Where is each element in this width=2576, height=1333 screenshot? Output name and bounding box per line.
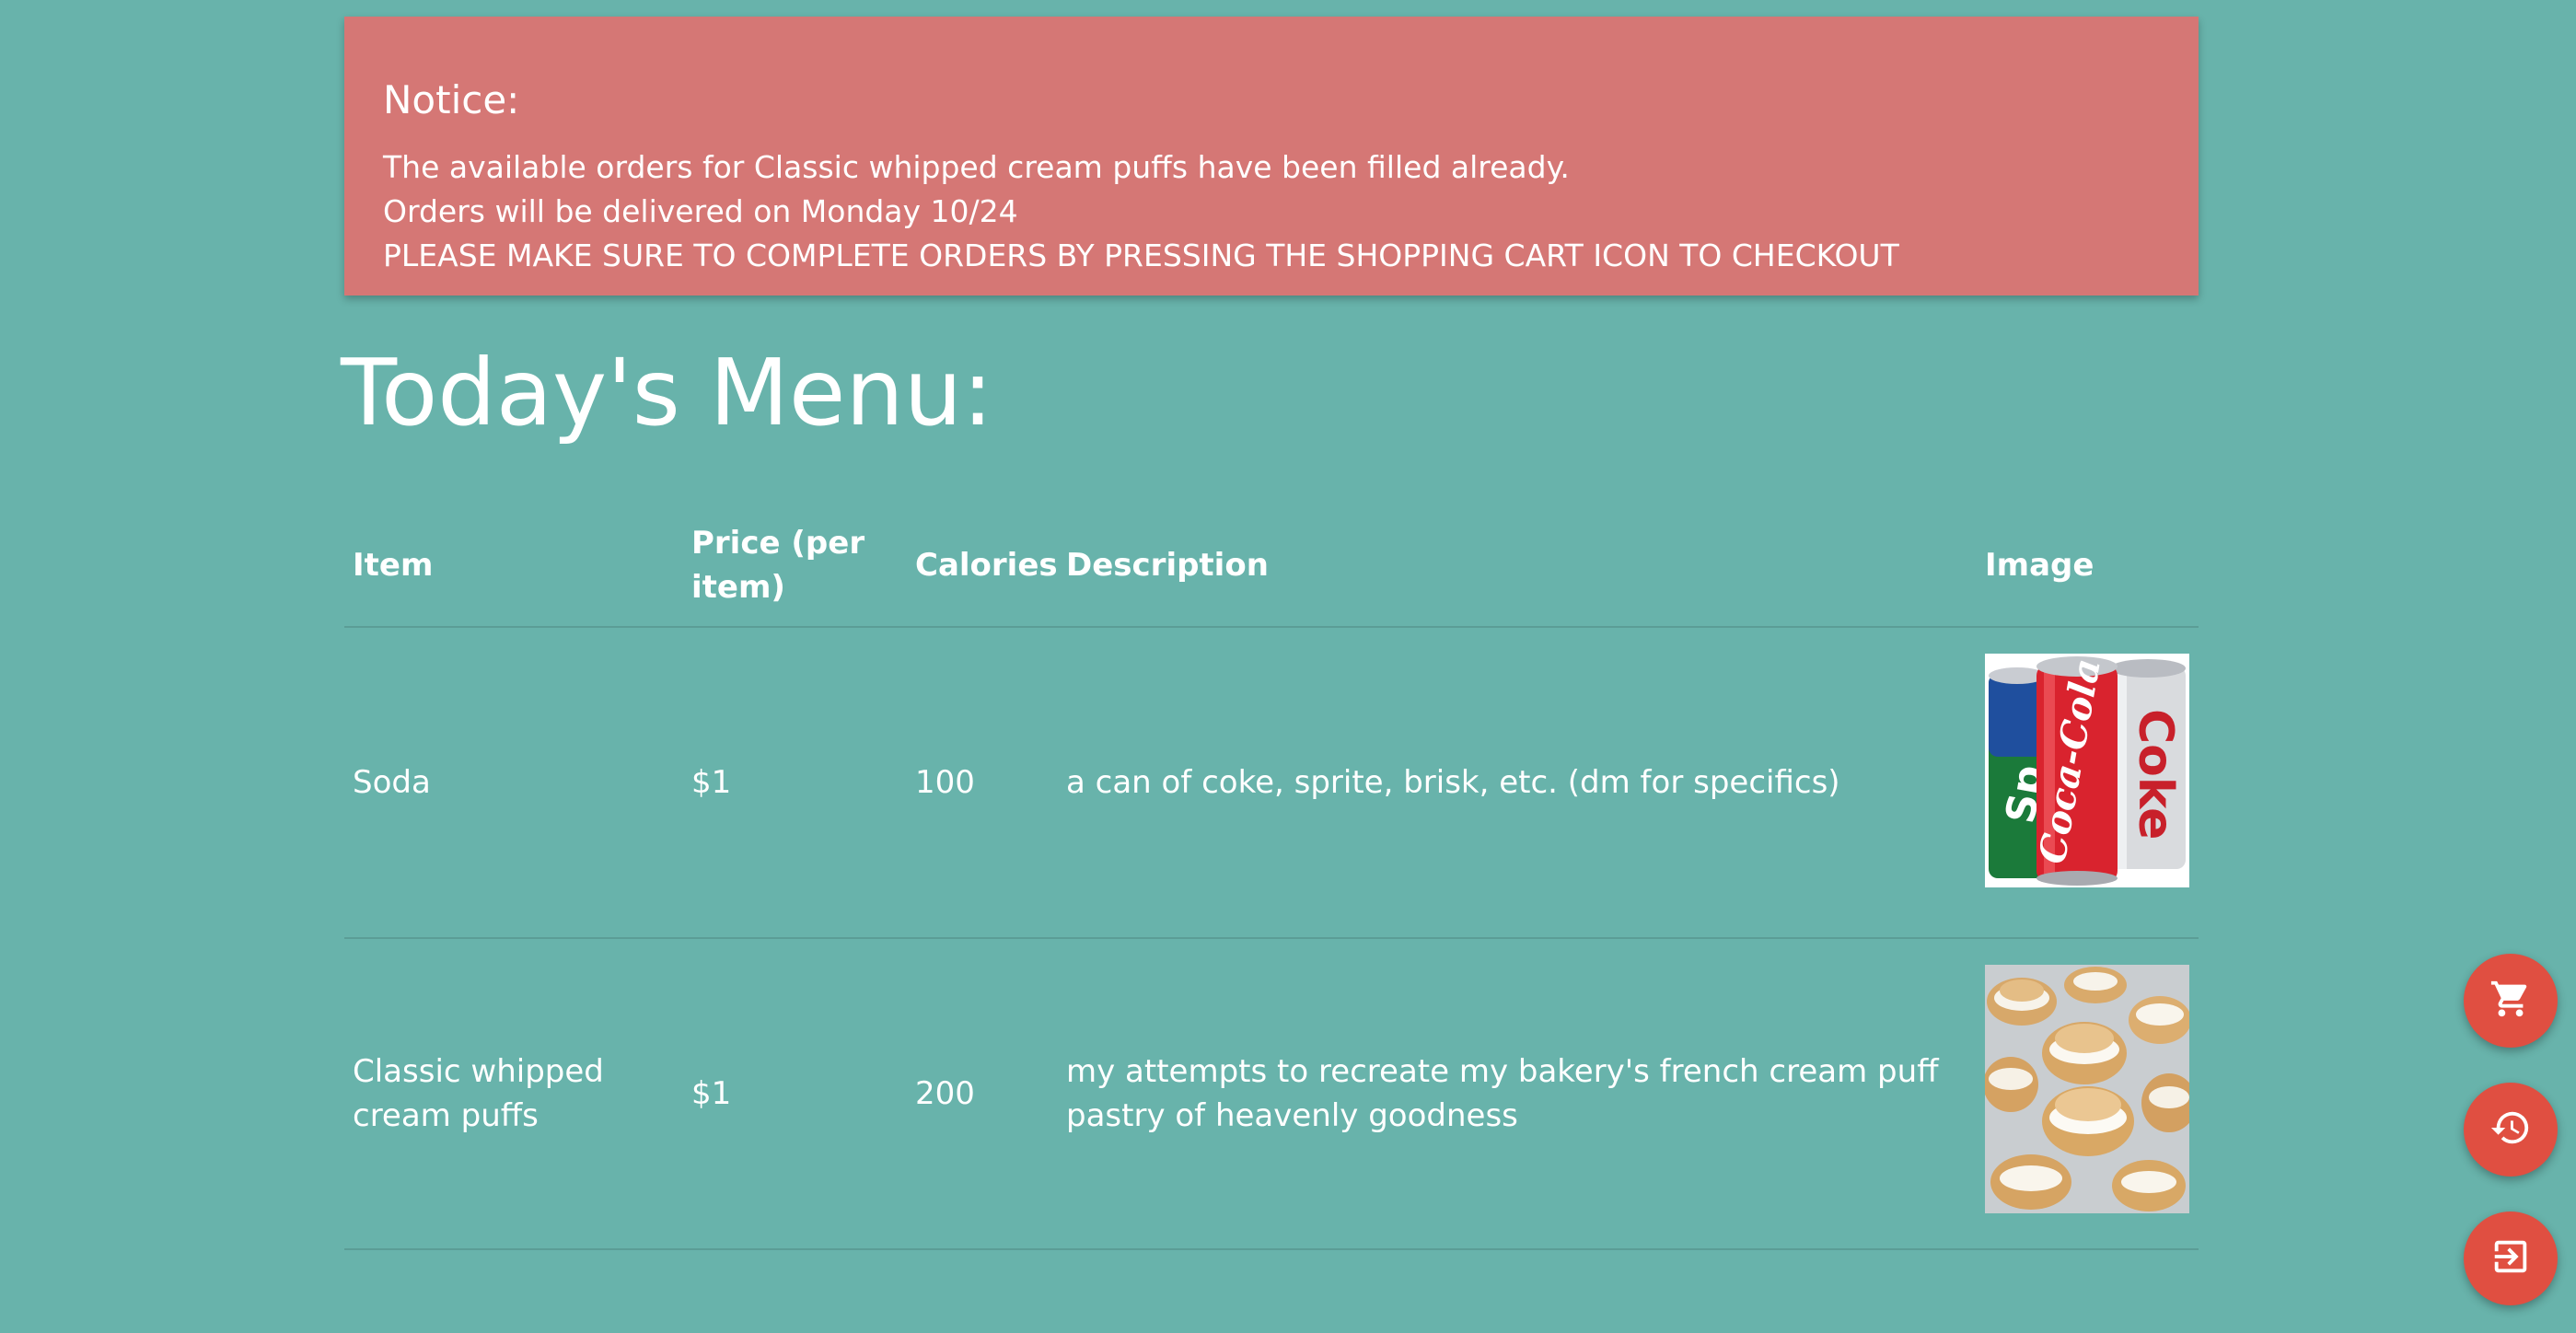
item-name: Classic whipped cream puffs: [353, 1053, 604, 1134]
table-header: Item Price (per item) Calories Descripti…: [344, 504, 2199, 628]
logout-icon: [2489, 1235, 2532, 1281]
column-header-calories: Calories: [915, 547, 1058, 584]
column-header-image: Image: [1985, 547, 2094, 584]
table-row: Soda $1 100 a can of coke, sprite, brisk…: [344, 628, 2199, 939]
notice-title: Notice:: [383, 77, 520, 122]
item-description: my attempts to recreate my bakery's fren…: [1066, 1053, 1939, 1134]
cream-puffs-image: [1985, 965, 2189, 1213]
cart-button[interactable]: [2464, 954, 2558, 1048]
menu-table: Item Price (per item) Calories Descripti…: [344, 504, 2199, 1250]
column-header-price: Price (per item): [691, 525, 865, 606]
notice-line-delivery: Orders will be delivered on Monday 10/24: [383, 193, 1018, 230]
notice-banner: Notice: The available orders for Classic…: [344, 17, 2199, 296]
notice-line-checkout: PLEASE MAKE SURE TO COMPLETE ORDERS BY P…: [383, 238, 1899, 274]
item-calories: 200: [915, 1075, 975, 1112]
soda-cans-image: Sp Coke Coca-Cola: [1985, 654, 2189, 887]
page-title: Today's Menu:: [341, 339, 993, 446]
item-name: Soda: [353, 764, 431, 801]
svg-text:Coke: Coke: [2128, 709, 2183, 840]
column-header-item: Item: [353, 547, 434, 584]
order-history-button[interactable]: [2464, 1083, 2558, 1177]
column-header-description: Description: [1066, 547, 1269, 584]
item-price: $1: [691, 1075, 732, 1112]
shopping-cart-icon: [2489, 978, 2532, 1024]
history-icon: [2489, 1107, 2532, 1153]
item-description: a can of coke, sprite, brisk, etc. (dm f…: [1066, 764, 1840, 801]
notice-line-filled: The available orders for Classic whipped…: [383, 149, 1570, 186]
item-price: $1: [691, 764, 732, 801]
table-row: Classic whipped cream puffs $1 200 my at…: [344, 939, 2199, 1250]
item-calories: 100: [915, 764, 975, 801]
logout-button[interactable]: [2464, 1211, 2558, 1305]
